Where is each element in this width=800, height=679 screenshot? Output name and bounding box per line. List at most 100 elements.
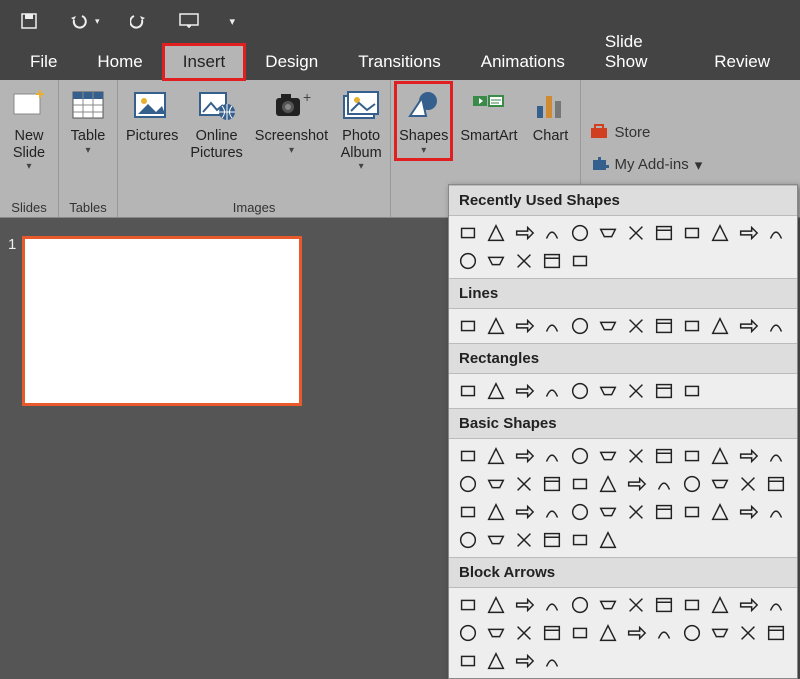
shape-item[interactable] xyxy=(511,620,537,646)
shape-item[interactable] xyxy=(735,499,761,525)
shape-item[interactable] xyxy=(623,313,649,339)
shape-item[interactable] xyxy=(511,378,537,404)
shape-item[interactable] xyxy=(567,443,593,469)
photo-album-button[interactable]: Photo Album▾ xyxy=(338,84,384,175)
shape-item[interactable] xyxy=(483,378,509,404)
my-addins-button[interactable]: My Add-ins ▾ xyxy=(589,154,703,176)
shape-item[interactable] xyxy=(483,248,509,274)
shape-item[interactable] xyxy=(567,499,593,525)
shape-item[interactable] xyxy=(595,499,621,525)
shape-item[interactable] xyxy=(623,620,649,646)
shape-item[interactable] xyxy=(595,592,621,618)
shape-item[interactable] xyxy=(483,220,509,246)
shape-item[interactable] xyxy=(623,471,649,497)
shape-item[interactable] xyxy=(595,313,621,339)
shape-item[interactable] xyxy=(539,443,565,469)
shape-item[interactable] xyxy=(763,443,789,469)
shape-item[interactable] xyxy=(567,248,593,274)
shape-item[interactable] xyxy=(763,471,789,497)
shape-item[interactable] xyxy=(651,313,677,339)
shape-item[interactable] xyxy=(763,592,789,618)
tab-insert[interactable]: Insert xyxy=(163,44,246,80)
present-icon[interactable] xyxy=(178,12,200,30)
shape-item[interactable] xyxy=(539,313,565,339)
shape-item[interactable] xyxy=(511,313,537,339)
shape-item[interactable] xyxy=(455,648,481,674)
shape-item[interactable] xyxy=(567,527,593,553)
shape-item[interactable] xyxy=(679,499,705,525)
shape-item[interactable] xyxy=(567,620,593,646)
shape-item[interactable] xyxy=(763,499,789,525)
shape-item[interactable] xyxy=(483,499,509,525)
shape-item[interactable] xyxy=(623,443,649,469)
shape-item[interactable] xyxy=(455,592,481,618)
shape-item[interactable] xyxy=(455,378,481,404)
shape-item[interactable] xyxy=(455,443,481,469)
slide-thumbnail[interactable] xyxy=(22,236,302,406)
shape-item[interactable] xyxy=(455,248,481,274)
shape-item[interactable] xyxy=(483,471,509,497)
shape-item[interactable] xyxy=(539,648,565,674)
shape-item[interactable] xyxy=(651,471,677,497)
shape-item[interactable] xyxy=(735,220,761,246)
shape-item[interactable] xyxy=(735,592,761,618)
tab-slideshow[interactable]: Slide Show xyxy=(585,24,694,80)
shape-item[interactable] xyxy=(595,378,621,404)
shape-item[interactable] xyxy=(539,471,565,497)
shape-item[interactable] xyxy=(511,527,537,553)
shape-item[interactable] xyxy=(707,220,733,246)
shape-item[interactable] xyxy=(651,220,677,246)
shape-item[interactable] xyxy=(707,443,733,469)
shape-item[interactable] xyxy=(707,499,733,525)
shape-item[interactable] xyxy=(455,620,481,646)
shape-item[interactable] xyxy=(511,248,537,274)
shape-item[interactable] xyxy=(539,620,565,646)
shape-item[interactable] xyxy=(483,527,509,553)
shape-item[interactable] xyxy=(651,592,677,618)
shape-item[interactable] xyxy=(455,499,481,525)
shape-item[interactable] xyxy=(651,443,677,469)
shape-item[interactable] xyxy=(539,527,565,553)
chart-button[interactable]: Chart xyxy=(528,84,574,147)
tab-review[interactable]: Review xyxy=(694,44,790,80)
shape-item[interactable] xyxy=(735,471,761,497)
undo-icon[interactable]: ▾ xyxy=(68,12,100,30)
tab-transitions[interactable]: Transitions xyxy=(338,44,461,80)
shape-item[interactable] xyxy=(735,620,761,646)
shape-item[interactable] xyxy=(567,471,593,497)
shape-item[interactable] xyxy=(455,313,481,339)
redo-icon[interactable] xyxy=(130,12,148,30)
tab-home[interactable]: Home xyxy=(77,44,162,80)
shape-item[interactable] xyxy=(455,220,481,246)
shape-item[interactable] xyxy=(483,592,509,618)
shape-item[interactable] xyxy=(483,620,509,646)
shape-item[interactable] xyxy=(623,220,649,246)
tab-file[interactable]: File xyxy=(10,44,77,80)
tab-animations[interactable]: Animations xyxy=(461,44,585,80)
shape-item[interactable] xyxy=(511,592,537,618)
shape-item[interactable] xyxy=(455,471,481,497)
table-button[interactable]: Table▾ xyxy=(65,84,111,158)
shape-item[interactable] xyxy=(679,443,705,469)
shape-item[interactable] xyxy=(651,620,677,646)
shape-item[interactable] xyxy=(763,620,789,646)
shape-item[interactable] xyxy=(707,620,733,646)
shape-item[interactable] xyxy=(511,471,537,497)
shape-item[interactable] xyxy=(567,313,593,339)
shape-item[interactable] xyxy=(567,592,593,618)
shape-item[interactable] xyxy=(595,620,621,646)
shape-item[interactable] xyxy=(511,648,537,674)
shape-item[interactable] xyxy=(595,471,621,497)
shape-item[interactable] xyxy=(623,499,649,525)
shape-item[interactable] xyxy=(623,378,649,404)
shape-item[interactable] xyxy=(539,499,565,525)
shape-item[interactable] xyxy=(511,443,537,469)
customize-qat-icon[interactable]: ▾ xyxy=(230,15,236,28)
new-slide-button[interactable]: New Slide▾ xyxy=(6,84,52,175)
shape-item[interactable] xyxy=(539,248,565,274)
shape-item[interactable] xyxy=(595,443,621,469)
shape-item[interactable] xyxy=(511,220,537,246)
shape-item[interactable] xyxy=(679,313,705,339)
shape-item[interactable] xyxy=(455,527,481,553)
shape-item[interactable] xyxy=(679,220,705,246)
